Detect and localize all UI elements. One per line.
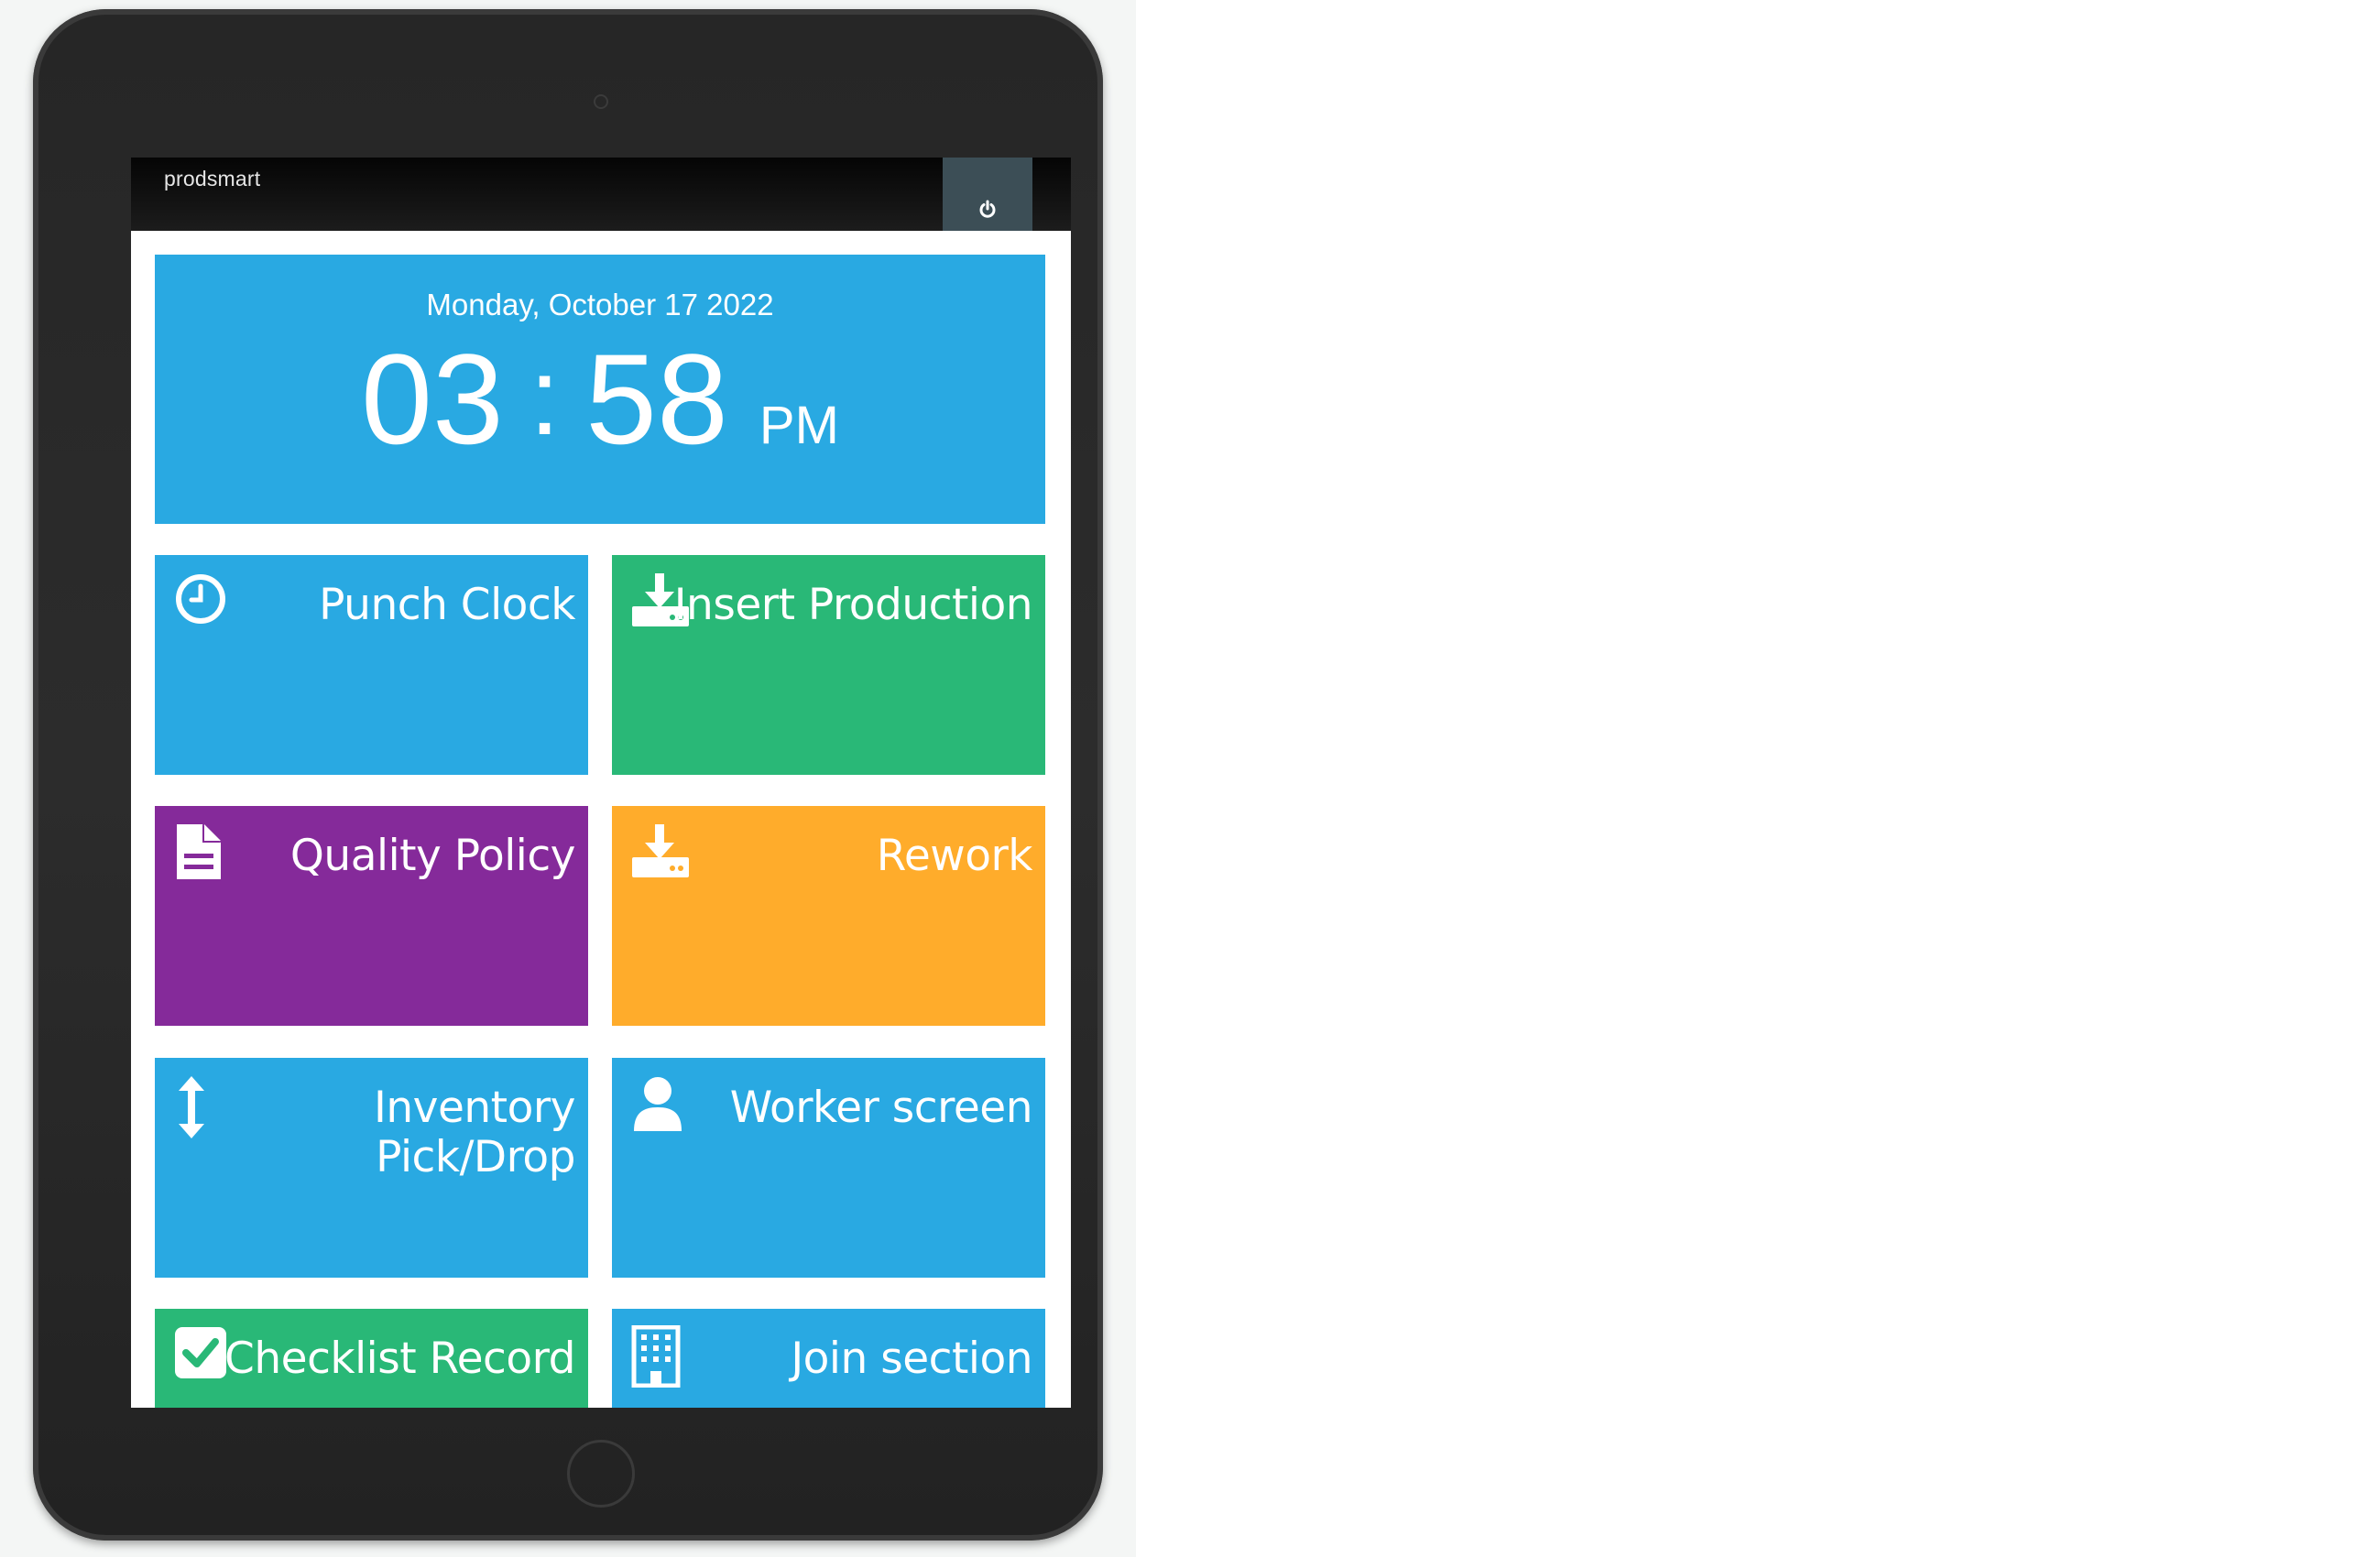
- tile-label: Join section: [791, 1334, 1032, 1384]
- tile-rework[interactable]: Rework: [612, 806, 1045, 1026]
- clock-panel: Monday, October 17 2022 03 : 58 PM: [155, 255, 1045, 524]
- tile-label: Checklist Record: [224, 1334, 575, 1384]
- camera-icon: [594, 94, 608, 109]
- top-bar: prodsmart: [131, 158, 1071, 231]
- tile-checklist-record[interactable]: Checklist Record: [155, 1309, 588, 1408]
- tile-quality-policy[interactable]: Quality Policy: [155, 806, 588, 1026]
- tablet-device: prodsmart Monday, October 17 2022 03 : 5…: [33, 9, 1103, 1541]
- checkbox-icon: [173, 1325, 228, 1385]
- vertical-arrows-icon: [173, 1074, 210, 1145]
- tile-label: Quality Policy: [289, 831, 576, 881]
- brand-logo-text: prodsmart: [164, 167, 261, 191]
- tile-punch-clock[interactable]: Punch Clock: [155, 555, 588, 775]
- tile-label: Insert Production: [673, 580, 1033, 630]
- time-minutes: 58: [585, 327, 728, 471]
- current-time: 03 : 58 PM: [155, 335, 1045, 463]
- tile-join-section[interactable]: Join section: [612, 1309, 1045, 1408]
- time-hours: 03: [361, 327, 504, 471]
- app-screen: prodsmart Monday, October 17 2022 03 : 5…: [131, 158, 1071, 1408]
- current-date: Monday, October 17 2022: [426, 288, 774, 321]
- power-icon: [979, 200, 996, 218]
- user-icon: [630, 1074, 685, 1138]
- time-separator: :: [529, 335, 561, 458]
- tile-worker-screen[interactable]: Worker screen: [612, 1058, 1045, 1278]
- tile-insert-production[interactable]: Insert Production: [612, 555, 1045, 775]
- time-ampm: PM: [759, 396, 839, 455]
- document-icon: [173, 822, 224, 886]
- home-button[interactable]: [567, 1440, 635, 1508]
- building-icon: [630, 1324, 682, 1392]
- clock-icon: [173, 572, 228, 631]
- tile-label: Punch Clock: [319, 580, 575, 630]
- tile-label: Worker screen: [729, 1083, 1033, 1133]
- tile-inventory-pick-drop[interactable]: Inventory Pick/Drop: [155, 1058, 588, 1278]
- power-button[interactable]: [943, 158, 1032, 231]
- tile-label: Rework: [876, 831, 1033, 881]
- tile-label: Inventory Pick/Drop: [374, 1083, 576, 1182]
- download-icon: [630, 822, 691, 884]
